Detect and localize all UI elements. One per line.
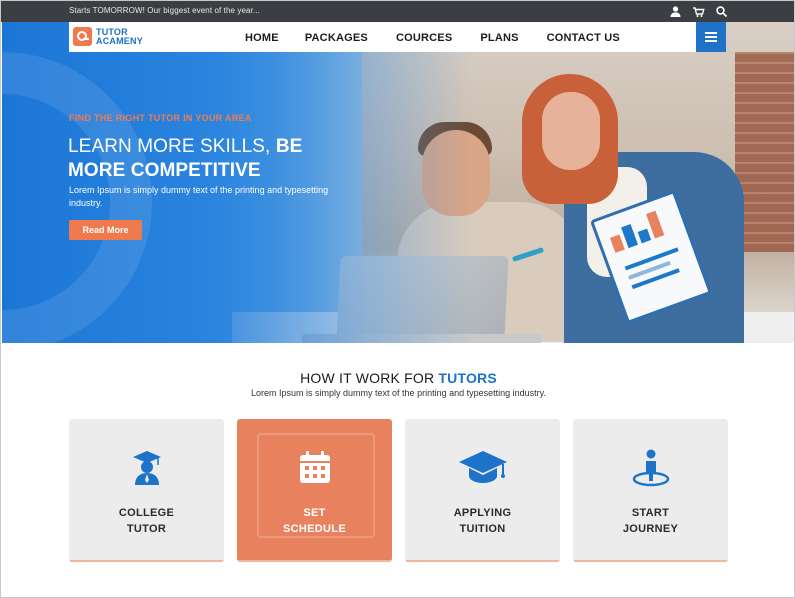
card-label: START JOURNEY	[573, 505, 728, 537]
card-label-line-2: TUTOR	[126, 523, 167, 535]
logo-icon	[73, 27, 92, 46]
nav-item-cources[interactable]: COURCES	[396, 32, 452, 44]
brick-wall	[735, 52, 794, 252]
card-set-schedule[interactable]: SET SCHEDULE	[237, 419, 392, 562]
location-person-icon	[631, 447, 671, 487]
woman-face	[542, 92, 600, 170]
announcement-text: Starts TOMORROW! Our biggest event of th…	[69, 6, 260, 15]
mortarboard-icon	[457, 447, 509, 487]
hero-headline: LEARN MORE SKILLS, BE MORE COMPETITIVE	[68, 135, 338, 183]
card-applying-tuition[interactable]: APPLYING TUITION	[405, 419, 560, 562]
logo[interactable]: TUTOR ACAMENY	[73, 27, 143, 46]
nav-item-contact-us[interactable]: CONTACT US	[547, 32, 620, 44]
nav-item-packages[interactable]: PACKAGES	[305, 32, 368, 44]
user-icon[interactable]	[669, 5, 682, 18]
card-label-line-1: APPLYING	[453, 507, 512, 519]
card-label-line-2: TUITION	[459, 523, 506, 535]
read-more-button[interactable]: Read More	[69, 220, 142, 240]
hamburger-icon[interactable]	[696, 22, 726, 52]
graduate-icon	[127, 447, 167, 487]
nav-item-home[interactable]: HOME	[245, 32, 279, 44]
section-title-plain: HOW IT WORK FOR	[300, 370, 435, 386]
top-bar-icons	[669, 5, 728, 18]
section-title-highlight: TUTORS	[438, 370, 497, 386]
top-bar: Starts TOMORROW! Our biggest event of th…	[1, 1, 794, 22]
section-subtitle: Lorem Ipsum is simply dummy text of the …	[251, 388, 546, 398]
search-icon[interactable]	[715, 5, 728, 18]
card-label-line-1: START	[631, 507, 670, 519]
logo-line-2: ACAMENY	[96, 35, 143, 46]
calendar-icon	[295, 447, 335, 487]
card-label: COLLEGE TUTOR	[69, 505, 224, 537]
card-label-line-2: SCHEDULE	[283, 523, 346, 535]
main-nav: TUTOR ACAMENY HOME PACKAGES COURCES PLAN…	[69, 22, 726, 52]
section-title: HOW IT WORK FOR TUTORS	[1, 370, 794, 386]
headline-regular: LEARN MORE SKILLS,	[68, 136, 271, 157]
card-label: SET SCHEDULE	[237, 505, 392, 537]
nav-item-plans[interactable]: PLANS	[480, 32, 518, 44]
card-college-tutor[interactable]: COLLEGE TUTOR	[69, 419, 224, 562]
card-label-line-1: SET	[303, 507, 326, 519]
page: Starts TOMORROW! Our biggest event of th…	[0, 0, 795, 598]
feature-cards: COLLEGE TUTOR SET SCHEDULE APPLYING TUIT…	[69, 419, 728, 562]
card-start-journey[interactable]: START JOURNEY	[573, 419, 728, 562]
cart-icon[interactable]	[692, 5, 705, 18]
card-label-line-1: COLLEGE	[118, 507, 175, 519]
nav-menu: HOME PACKAGES COURCES PLANS CONTACT US	[245, 32, 620, 44]
logo-text: TUTOR ACAMENY	[96, 27, 143, 46]
card-label-line-2: JOURNEY	[622, 523, 679, 535]
hero-kicker: FIND THE RIGHT TUTOR IN YOUR AREA	[69, 113, 252, 123]
hero-subtext: Lorem Ipsum is simply dummy text of the …	[69, 185, 329, 208]
card-label: APPLYING TUITION	[405, 505, 560, 537]
